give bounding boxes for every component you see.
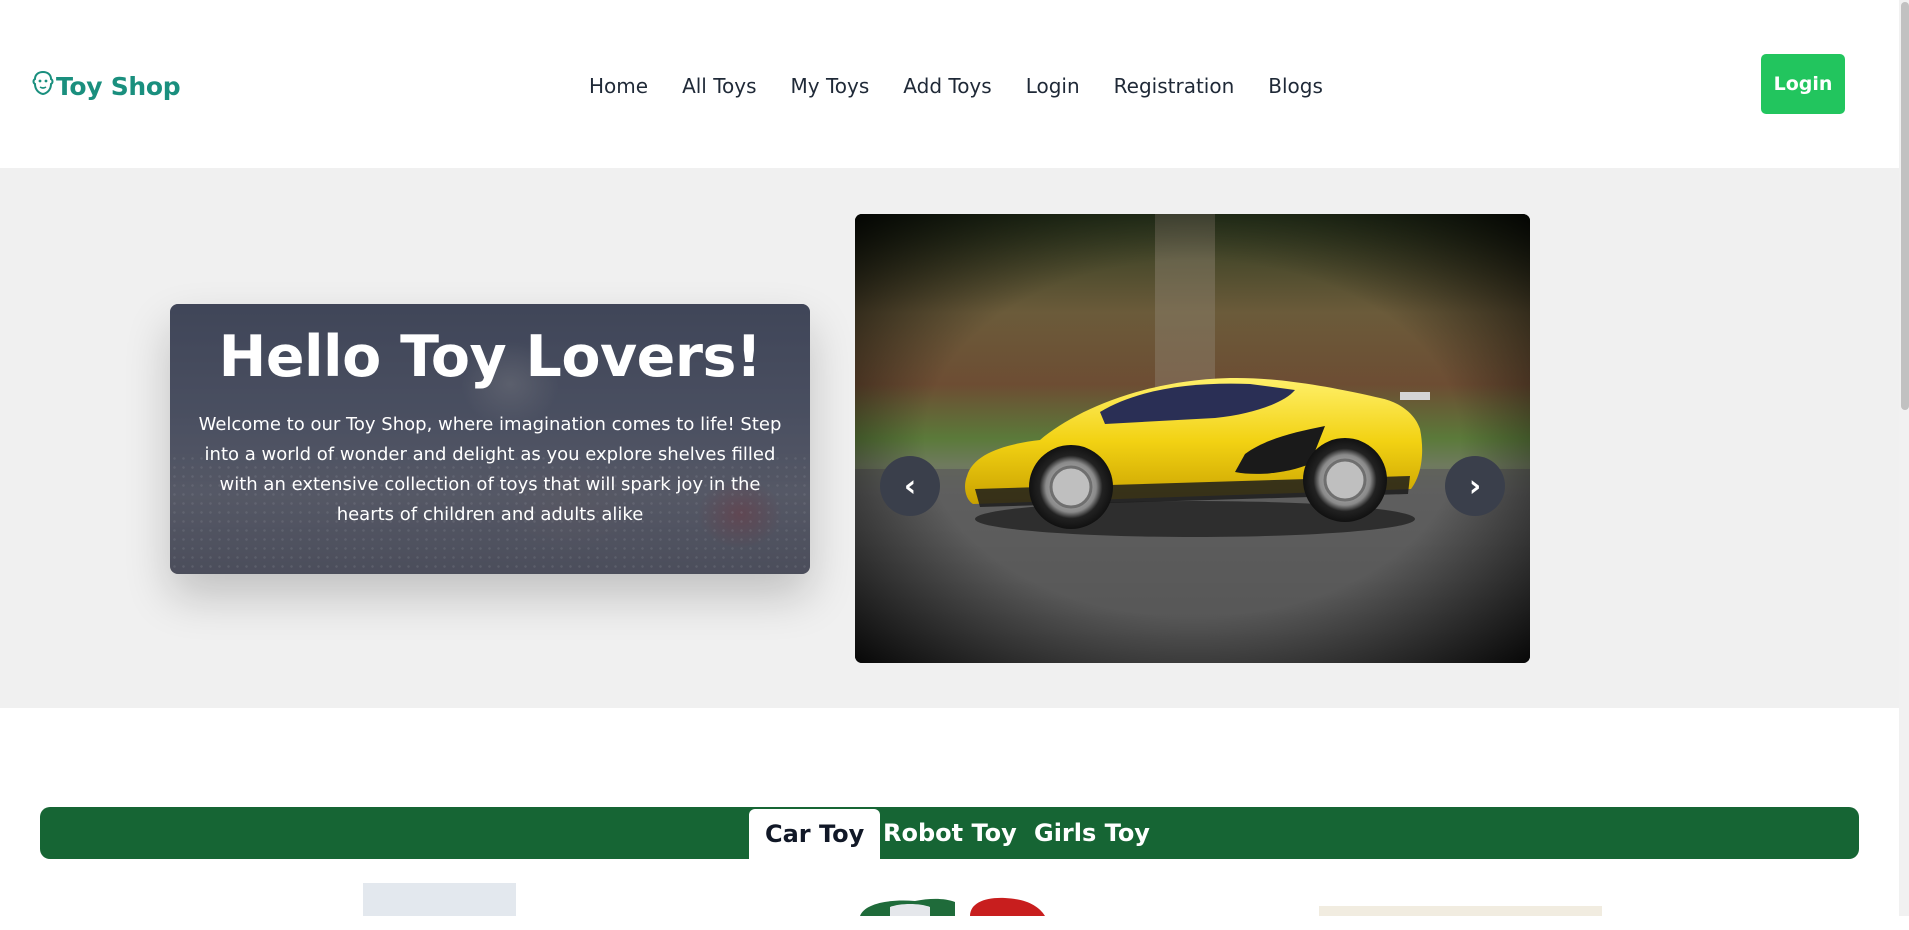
carousel-prev-button[interactable]: ‹ (880, 456, 940, 516)
nav-item-all-toys[interactable]: All Toys (665, 71, 773, 101)
hero-description: Welcome to our Toy Shop, where imaginati… (198, 414, 782, 525)
nav-item-home[interactable]: Home (589, 71, 665, 101)
main-nav: Home All Toys My Toys Add Toys Login Reg… (589, 71, 1340, 101)
image-carousel: ‹ › (855, 214, 1530, 663)
brand-name: Toy Shop (56, 71, 181, 101)
brand-logo[interactable]: Toy Shop (32, 70, 181, 102)
lion-head-icon (32, 70, 54, 102)
hero-section: Hello Toy Lovers! Welcome to our Toy Sho… (0, 168, 1899, 708)
nav-item-blogs[interactable]: Blogs (1251, 71, 1340, 101)
hero-intro-card: Hello Toy Lovers! Welcome to our Toy Sho… (170, 304, 810, 574)
carousel-slide-image (855, 214, 1530, 663)
nav-item-login[interactable]: Login (1009, 71, 1097, 101)
tab-car-toy[interactable]: Car Toy (749, 809, 881, 859)
category-tabs: Car Toy Robot Toy Girls Toy (40, 807, 1859, 859)
tab-robot-toy[interactable]: Robot Toy (883, 807, 1017, 859)
hero-title: Hello Toy Lovers! (218, 324, 762, 390)
nav-item-registration[interactable]: Registration (1097, 71, 1252, 101)
nav-item-add-toys[interactable]: Add Toys (886, 71, 1008, 101)
login-button[interactable]: Login (1761, 54, 1845, 114)
toy-card-image[interactable] (860, 897, 1045, 930)
page-scrollbar-thumb[interactable] (1901, 2, 1909, 410)
toy-card-row (0, 859, 1899, 916)
tab-girls-toy[interactable]: Girls Toy (1034, 807, 1150, 859)
carousel-next-button[interactable]: › (1445, 456, 1505, 516)
nav-item-my-toys[interactable]: My Toys (774, 71, 887, 101)
navbar: Toy Shop Home All Toys My Toys Add Toys … (0, 0, 1899, 168)
toy-card-image[interactable] (363, 883, 516, 916)
toy-card-image[interactable] (1319, 906, 1602, 916)
